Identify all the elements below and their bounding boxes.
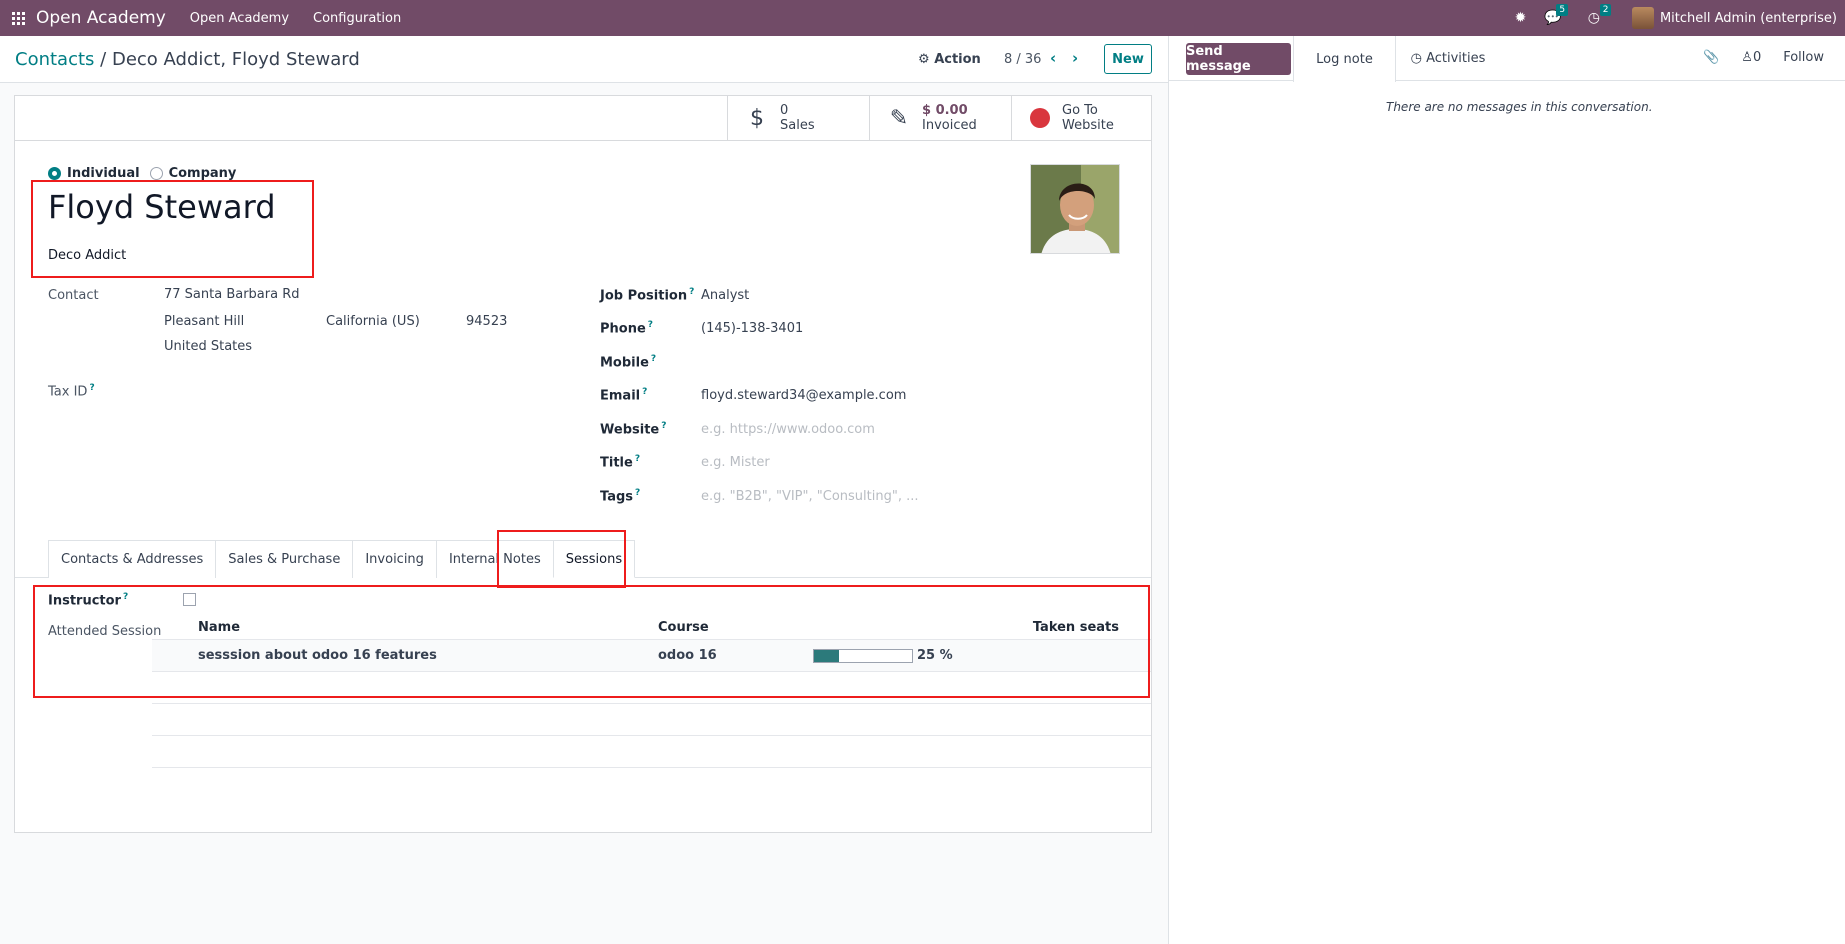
- menu-configuration[interactable]: Configuration: [313, 11, 401, 26]
- breadcrumb-contacts[interactable]: Contacts: [15, 49, 94, 70]
- user-avatar: [1631, 7, 1654, 29]
- pager-previous-icon[interactable]: ‹: [1050, 49, 1056, 67]
- menu-open-academy[interactable]: Open Academy: [190, 11, 289, 26]
- new-button[interactable]: New: [1104, 44, 1152, 74]
- sales-stat-button[interactable]: $ 0 Sales: [727, 96, 869, 140]
- column-name[interactable]: Name: [198, 620, 240, 635]
- app-brand[interactable]: Open Academy: [36, 8, 166, 28]
- attachment-icon[interactable]: 📎: [1703, 50, 1719, 65]
- instructor-checkbox[interactable]: [183, 593, 196, 606]
- job-position-field[interactable]: Analyst: [701, 288, 749, 303]
- table-row[interactable]: sesssion about odoo 16 features odoo 16 …: [152, 640, 1151, 672]
- pager-value[interactable]: 8 / 36: [1004, 52, 1041, 67]
- action-button[interactable]: ⚙ Action: [918, 52, 981, 67]
- partner-name[interactable]: Floyd Steward: [48, 188, 276, 226]
- sales-count: 0: [780, 103, 789, 118]
- empty-row: [152, 672, 1151, 704]
- taken-seats-value: 25 %: [917, 648, 953, 663]
- empty-row: [152, 704, 1151, 736]
- breadcrumb-separator: /: [100, 49, 107, 70]
- column-taken-seats[interactable]: Taken seats: [1033, 620, 1119, 635]
- action-label: Action: [934, 52, 981, 67]
- clock-icon: ◷: [1410, 51, 1427, 66]
- send-message-button[interactable]: Send message: [1186, 43, 1291, 75]
- chatter-topbar: Send message Log note ◷ Activities 📎 ♙0 …: [1169, 36, 1845, 82]
- log-note-button[interactable]: Log note: [1293, 36, 1396, 82]
- mobile-label: Mobile?: [600, 354, 657, 371]
- activities-badge: 2: [1599, 4, 1612, 16]
- attended-session-label: Attended Session: [48, 624, 162, 639]
- street-field[interactable]: 77 Santa Barbara Rd: [164, 287, 300, 302]
- row-course: odoo 16: [658, 648, 717, 663]
- taken-seats-progressbar: [813, 649, 913, 663]
- progress-fill: [814, 650, 839, 662]
- empty-row: [152, 736, 1151, 768]
- user-name: Mitchell Admin (enterprise): [1659, 10, 1837, 26]
- title-field[interactable]: e.g. Mister: [701, 455, 770, 470]
- activities-button[interactable]: ◷ Activities: [1396, 36, 1500, 81]
- apps-menu-icon[interactable]: [0, 0, 36, 36]
- form-sheet: $ 0 Sales ✎ $ 0.00 Invoiced Go To Website I…: [14, 95, 1152, 833]
- person-icon: ♙: [1741, 50, 1753, 65]
- partner-photo[interactable]: [1030, 164, 1120, 254]
- radio-company[interactable]: Company: [149, 166, 236, 181]
- title-label: Title?: [600, 454, 641, 471]
- country-field[interactable]: United States: [164, 339, 252, 354]
- tab-sales-purchase[interactable]: Sales & Purchase: [215, 540, 354, 578]
- empty-conversation-text: There are no messages in this conversati…: [1386, 100, 1653, 114]
- website-field[interactable]: e.g. https://www.odoo.com: [701, 422, 875, 437]
- follow-button[interactable]: Follow: [1783, 50, 1824, 65]
- tags-label: Tags?: [600, 488, 641, 505]
- top-navbar: Open Academy Open Academy Configuration …: [0, 0, 1845, 36]
- tags-field[interactable]: e.g. "B2B", "VIP", "Consulting", ...: [701, 489, 918, 504]
- notebook-tabs: Contacts & Addresses Sales & Purchase In…: [48, 540, 636, 578]
- sales-label: Sales: [780, 118, 815, 133]
- tax-id-label: Tax ID?: [48, 383, 95, 400]
- website-label: Website?: [600, 421, 667, 438]
- dollar-icon: $: [750, 105, 764, 131]
- instructor-label: Instructor?: [48, 592, 129, 609]
- email-label: Email?: [600, 387, 648, 404]
- user-menu[interactable]: Mitchell Admin (enterprise): [1631, 7, 1837, 29]
- email-field[interactable]: floyd.steward34@example.com: [701, 388, 906, 403]
- gear-icon: ⚙: [918, 52, 930, 67]
- contact-label: Contact: [48, 288, 99, 303]
- tab-sessions[interactable]: Sessions: [552, 540, 636, 578]
- breadcrumb-current: Deco Addict, Floyd Steward: [111, 49, 360, 70]
- website-stat-button[interactable]: Go To Website: [1011, 96, 1151, 140]
- invoiced-value: $ 0.00: [922, 103, 968, 118]
- phone-field[interactable]: (145)-138-3401: [701, 321, 803, 336]
- breadcrumb: Contacts / Deco Addict, Floyd Steward: [15, 49, 360, 70]
- tab-invoicing[interactable]: Invoicing: [352, 540, 437, 578]
- row-session-name: sesssion about odoo 16 features: [198, 648, 437, 663]
- bug-icon[interactable]: ✹: [1515, 10, 1527, 26]
- website-label-2: Website: [1062, 118, 1114, 133]
- tab-contacts-addresses[interactable]: Contacts & Addresses: [48, 540, 217, 578]
- job-position-label: Job Position?: [600, 287, 695, 304]
- globe-icon: [1030, 108, 1050, 128]
- followers-button[interactable]: ♙0: [1741, 50, 1761, 65]
- chatter-panel: Send message Log note ◷ Activities 📎 ♙0 …: [1168, 36, 1845, 944]
- zip-field[interactable]: 94523: [466, 314, 507, 329]
- radio-individual[interactable]: Individual: [48, 166, 140, 181]
- list-header: Name Course Taken seats: [152, 612, 1151, 640]
- activity-clock-icon[interactable]: ◷ 2: [1588, 4, 1612, 26]
- city-field[interactable]: Pleasant Hill: [164, 314, 244, 329]
- control-panel: Contacts / Deco Addict, Floyd Steward ⚙ …: [0, 36, 1168, 83]
- partner-company[interactable]: Deco Addict: [48, 248, 126, 263]
- messages-icon[interactable]: 💬 5: [1544, 4, 1569, 26]
- pager-next-icon[interactable]: ›: [1072, 49, 1078, 67]
- edit-invoice-icon: ✎: [889, 105, 909, 131]
- company-type-radio: Individual Company: [48, 166, 236, 181]
- attended-sessions-list: Name Course Taken seats sesssion about o…: [152, 612, 1151, 768]
- state-field[interactable]: California (US): [326, 314, 420, 329]
- phone-label: Phone?: [600, 320, 654, 337]
- website-label-1: Go To: [1062, 103, 1098, 118]
- column-course[interactable]: Course: [658, 620, 709, 635]
- invoiced-label: Invoiced: [922, 118, 977, 133]
- tab-internal-notes[interactable]: Internal Notes: [435, 540, 554, 578]
- messages-badge: 5: [1556, 4, 1569, 16]
- invoiced-stat-button[interactable]: ✎ $ 0.00 Invoiced: [869, 96, 1011, 140]
- button-box: $ 0 Sales ✎ $ 0.00 Invoiced Go To Website: [15, 96, 1151, 141]
